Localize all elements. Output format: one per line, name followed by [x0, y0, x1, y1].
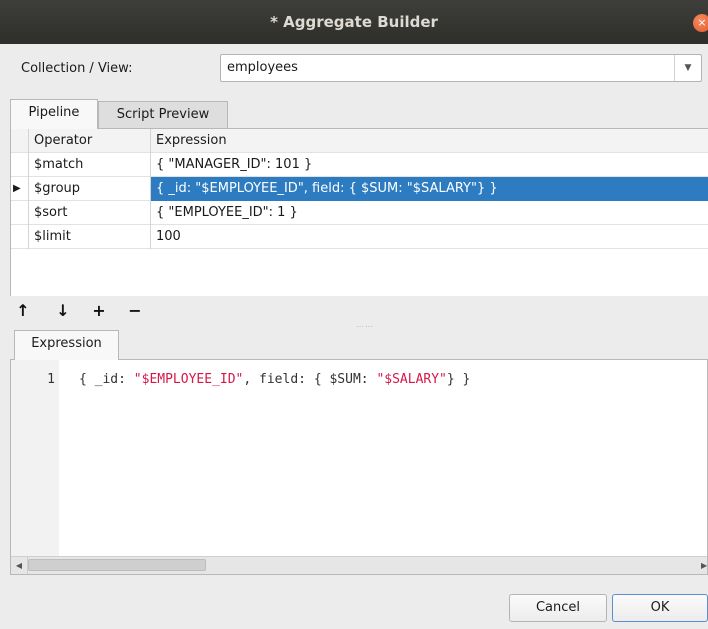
table-row[interactable]: $limit 100 [11, 225, 708, 249]
chevron-down-icon[interactable]: ▼ [674, 55, 701, 81]
window-title: * Aggregate Builder [270, 13, 438, 31]
ok-button[interactable]: OK [612, 594, 708, 622]
remove-stage-button[interactable]: − [126, 300, 144, 322]
expression-cell[interactable]: { _id: "$EMPLOYEE_ID", field: { $SUM: "$… [151, 177, 708, 201]
operator-cell[interactable]: $group [29, 177, 151, 201]
tab-script-preview[interactable]: Script Preview [98, 101, 228, 128]
code-text: } } [446, 372, 471, 387]
splitter-handle[interactable]: …… [356, 320, 374, 329]
operator-cell[interactable]: $match [29, 153, 151, 177]
row-indicator-header [11, 129, 29, 153]
collection-value: employees [227, 60, 298, 75]
cancel-button[interactable]: Cancel [509, 594, 607, 622]
table-header: Operator Expression [11, 129, 708, 153]
selected-row-arrow-icon: ▶ [11, 177, 29, 201]
operator-cell[interactable]: $sort [29, 201, 151, 225]
close-window-button[interactable]: × [693, 14, 708, 32]
tab-pipeline[interactable]: Pipeline [10, 99, 98, 129]
tab-expression[interactable]: Expression [14, 330, 119, 360]
code-text: , field: { $SUM: [243, 372, 377, 387]
arrow-down-icon: ↓ [56, 301, 70, 320]
table-row[interactable]: $sort { "EMPLOYEE_ID": 1 } [11, 201, 708, 225]
line-number: 1 [47, 372, 55, 387]
expression-cell[interactable]: { "MANAGER_ID": 101 } [151, 153, 708, 177]
operator-cell[interactable]: $limit [29, 225, 151, 249]
move-up-button[interactable]: ↑ [14, 300, 32, 322]
plus-icon: + [92, 301, 106, 320]
expression-cell[interactable]: 100 [151, 225, 708, 249]
expression-cell[interactable]: { "EMPLOYEE_ID": 1 } [151, 201, 708, 225]
row-indicator [11, 201, 29, 225]
minus-icon: − [128, 301, 142, 320]
scrollbar-thumb[interactable] [28, 559, 206, 571]
table-row-selected[interactable]: ▶ $group { _id: "$EMPLOYEE_ID", field: {… [11, 177, 708, 201]
scroll-left-icon[interactable]: ◀ [11, 557, 28, 574]
pipeline-table: Operator Expression $match { "MANAGER_ID… [10, 128, 708, 296]
close-icon: × [697, 16, 707, 29]
expression-editor[interactable]: 1 { _id: "$EMPLOYEE_ID", field: { $SUM: … [10, 359, 708, 575]
column-header-expression[interactable]: Expression [151, 129, 708, 153]
code-text: { _id: [79, 372, 134, 387]
add-stage-button[interactable]: + [90, 300, 108, 322]
scroll-right-icon[interactable]: ▶ [701, 557, 708, 574]
line-gutter [11, 360, 59, 556]
move-down-button[interactable]: ↓ [54, 300, 72, 322]
arrow-up-icon: ↑ [16, 301, 30, 320]
table-row[interactable]: $match { "MANAGER_ID": 101 } [11, 153, 708, 177]
string-literal: "$SALARY" [376, 372, 447, 387]
collection-label: Collection / View: [21, 61, 133, 76]
row-indicator [11, 153, 29, 177]
column-header-operator[interactable]: Operator [29, 129, 151, 153]
horizontal-scrollbar[interactable]: ◀ ▶ [11, 556, 707, 574]
collection-select[interactable]: employees ▼ [220, 54, 702, 82]
string-literal: "$EMPLOYEE_ID" [133, 372, 244, 387]
row-indicator [11, 225, 29, 249]
code-line[interactable]: { _id: "$EMPLOYEE_ID", field: { $SUM: "$… [79, 372, 470, 387]
